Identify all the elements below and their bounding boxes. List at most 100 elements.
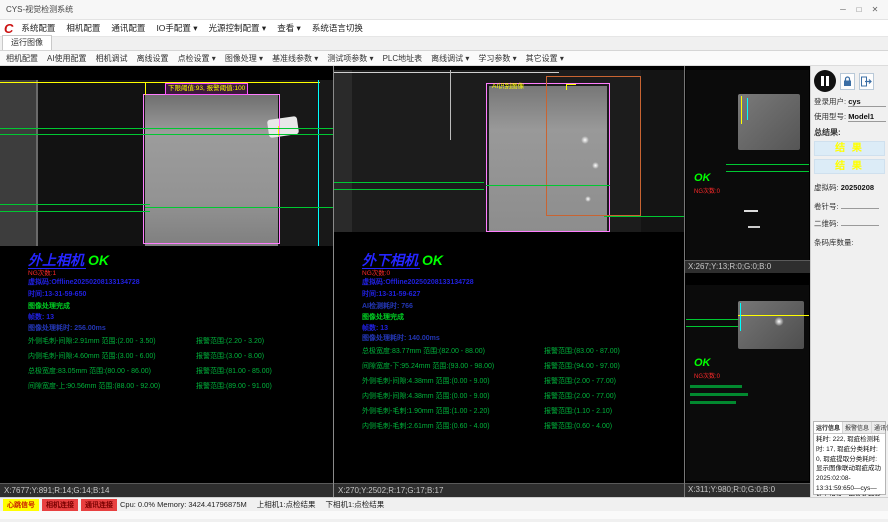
menu-light-config[interactable]: 光源控制配置 ▾ (209, 22, 267, 34)
alarm-range: 报警范围:(2.20 - 3.20) (196, 336, 329, 346)
barcode-count-field: 条码库数量: (814, 237, 885, 248)
bright-dash (744, 210, 758, 212)
overlay-line (738, 315, 809, 316)
pause-button[interactable] (814, 70, 836, 92)
menu-camera-config[interactable]: 相机配置 (66, 22, 100, 34)
bright-spot (581, 136, 589, 144)
tab-row: 运行图像 (0, 37, 888, 51)
model-value[interactable]: Model1 (848, 113, 886, 122)
tab-alarm-info[interactable]: 报警信息 (843, 422, 872, 433)
process-elapsed: 图像处理耗时: 256.00ms (28, 323, 106, 333)
qrcode-value[interactable] (841, 225, 879, 226)
tool-baseline-params[interactable]: 基准线参数 ▾ (272, 53, 318, 64)
overlay-line (747, 98, 748, 120)
alarm-range: 报警范围:(83.00 - 87.00) (544, 346, 680, 356)
ng-count: NG次数:0 (362, 267, 390, 277)
tool-learn-params[interactable]: 学习参数 ▾ (478, 53, 516, 64)
log-panel: 运行信息 报警信息 通讯信息 耗时: 222, 瑕疵检测耗时: 17, 瑕疵分类… (813, 421, 886, 495)
logout-button[interactable] (859, 73, 874, 90)
roi-rect-pink (143, 94, 280, 244)
process-elapsed: 图像处理耗时: 140.00ms (362, 333, 440, 343)
lock-button[interactable] (840, 73, 855, 90)
overlay-line (145, 207, 333, 208)
measurement-row: 间隙宽度-下:95.24mm 范围:(93.00 - 98.00)报警范围:(9… (362, 361, 680, 371)
overlay-line (686, 326, 738, 327)
capture-time: 时间:13-31-59-650 (28, 289, 86, 299)
tool-camera-config[interactable]: 相机配置 (6, 53, 38, 64)
alarm-range: 报警范围:(2.00 - 77.00) (544, 376, 680, 386)
status-bar: 心跳信号 相机连接 通讯连接 Cpu: 0.0% Memory: 3424.41… (0, 497, 888, 511)
virtual-code-field: 虚拟码: 20250208 (814, 182, 885, 193)
pixel-coords-readout: X:7677;Y:891;R:14;G:14;B:14 (0, 483, 333, 497)
needle-label: 卷针号: (814, 202, 839, 211)
menu-system-config[interactable]: 系统配置 (21, 22, 55, 34)
roi-rect-orange (546, 76, 641, 216)
menu-comm-config[interactable]: 通讯配置 (111, 22, 145, 34)
result-box-lower: 结 果 (814, 159, 885, 174)
machine-dark-zone (280, 80, 333, 246)
camera-view-upper[interactable]: 下限阈值:93, 报警阈值:100 (0, 80, 333, 246)
login-user-field: 登录用户: cys (814, 96, 885, 107)
measurement-text: 外侧毛刺-毛刺:1.90mm 范围:(1.00 - 2.20) (362, 406, 544, 416)
overlay-line (145, 83, 146, 95)
minimize-button[interactable]: ─ (836, 5, 850, 14)
result-ok: OK (694, 172, 711, 184)
camera-connect-badge: 相机连接 (42, 499, 78, 511)
close-button[interactable]: ✕ (868, 5, 882, 14)
result-ok: OK (88, 252, 109, 268)
result-ok: OK (422, 252, 443, 268)
measurement-row: 内侧毛刺-毛刺:2.61mm 范围:(0.60 - 4.00)报警范围:(0.6… (362, 421, 680, 431)
capture-time: 时间:13-31-59-627 (362, 289, 420, 299)
overlay-line (0, 128, 333, 129)
cpu-memory-readout: Cpu: 0.0% Memory: 3424.41796875M (120, 500, 247, 509)
log-text[interactable]: 耗时: 222, 瑕疵检测耗时: 17, 瑕疵分类耗时: 0, 瑕疵提取分类耗时… (814, 434, 885, 496)
tab-run-info[interactable]: 运行信息 (814, 422, 843, 433)
alarm-range: 报警范围:(1.10 - 2.10) (544, 406, 680, 416)
barcode-count-label: 条码库数量: (814, 238, 854, 247)
tool-spot-check[interactable]: 点检设置 ▾ (178, 53, 216, 64)
menu-view[interactable]: 查看 ▾ (277, 22, 301, 34)
alarm-range: 报警范围:(94.00 - 97.00) (544, 361, 680, 371)
menu-io-config[interactable]: IO手配置 ▾ (156, 22, 197, 34)
small-camera-view-2[interactable]: OK NG次数:0 (686, 285, 809, 481)
measurement-row: 内侧毛刺-间隙:4.60mm 范围:(3.00 - 6.00)报警范围:(3.0… (28, 351, 329, 361)
measurement-row: 内侧毛刺-间隙:4.38mm 范围:(0.00 - 9.00)报警范围:(2.0… (362, 391, 680, 401)
tab-run-image[interactable]: 运行图像 (2, 35, 52, 50)
pixel-coords-readout: X:267;Y:13;R:0;G:0;B:0 (685, 260, 810, 273)
camera-view-lower[interactable]: AI识别图像 (334, 70, 684, 232)
tool-plc-address[interactable]: PLC地址表 (383, 53, 423, 64)
login-user-value[interactable]: cys (848, 98, 886, 107)
tool-ai-usage-config[interactable]: AI使用配置 (47, 53, 87, 64)
measurement-text: 内侧毛刺-间隙:4.60mm 范围:(3.00 - 6.00) (28, 351, 196, 361)
alarm-range: 报警范围:(0.60 - 4.00) (544, 421, 680, 431)
alarm-range: 报警范围:(2.00 - 77.00) (544, 391, 680, 401)
machine-band (334, 70, 352, 232)
process-done: 图像处理完成 (362, 312, 404, 322)
maximize-button[interactable]: □ (852, 5, 866, 14)
tool-image-processing[interactable]: 图像处理 ▾ (225, 53, 263, 64)
overlay-line (566, 84, 567, 90)
ai-elapsed: AI检测耗时: 766 (362, 301, 413, 311)
tool-test-params[interactable]: 测试项参数 ▾ (327, 53, 373, 64)
qrcode-label: 二维码: (814, 219, 839, 228)
tool-offline-debug[interactable]: 离线调试 ▾ (431, 53, 469, 64)
overlay-line (450, 70, 451, 140)
tab-comm-info[interactable]: 通讯信息 (872, 422, 888, 433)
app-logo-icon: C (4, 22, 13, 35)
needle-value[interactable] (841, 208, 879, 209)
small-camera-view-1[interactable]: OK NG次数:0 (686, 70, 809, 260)
tool-offline-settings[interactable]: 离线设置 (137, 53, 169, 64)
upper-camera-check-link[interactable]: 上相机1:点检结果 (257, 499, 316, 510)
overlay-line (486, 185, 610, 186)
tool-camera-debug[interactable]: 相机调试 (96, 53, 128, 64)
tool-other-settings[interactable]: 其它设置 ▾ (526, 53, 564, 64)
lower-camera-check-link[interactable]: 下相机1:点检结果 (326, 499, 385, 510)
pixel-coords-readout: X:311;Y:980;R:0;G:0;B:0 (685, 483, 810, 497)
tiny-text-line (690, 401, 736, 404)
ai-image-label: AI识别图像 (492, 80, 524, 90)
overlay-line (334, 189, 484, 190)
frame-count: 帧数: 13 (362, 323, 388, 333)
menu-language-switch[interactable]: 系统语言切换 (312, 22, 363, 34)
measurement-row: 外侧毛刺-间隙:2.91mm 范围:(2.00 - 3.50)报警范围:(2.2… (28, 336, 329, 346)
measurement-text: 总极宽度:83.77mm 范围:(82.00 - 88.00) (362, 346, 544, 356)
